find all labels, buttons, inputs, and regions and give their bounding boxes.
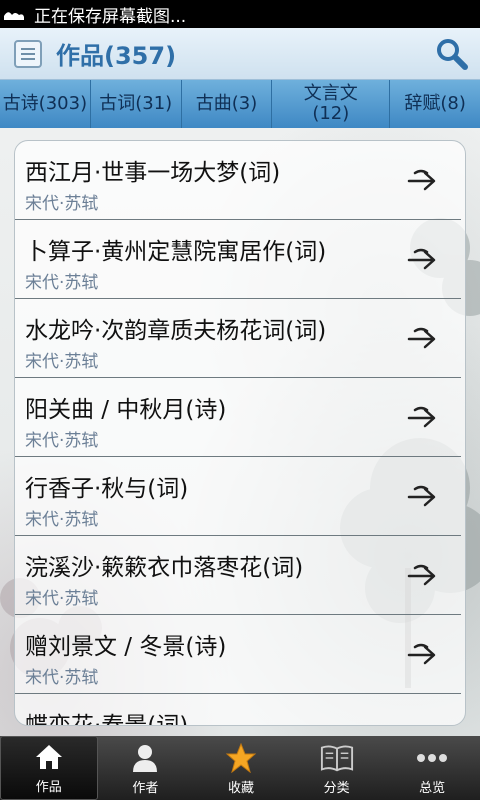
- arrow-right-icon: [407, 643, 436, 665]
- list-item[interactable]: 行香子·秋与(词) 宋代·苏轼: [15, 457, 461, 536]
- tab-guqu[interactable]: 古曲(3): [182, 80, 273, 128]
- nav-works[interactable]: 作品: [0, 736, 98, 800]
- home-icon: [32, 742, 66, 772]
- works-list-card: 西江月·世事一场大梦(词) 宋代·苏轼 卜算子·黄州定慧院寓居作(词) 宋代·苏…: [14, 140, 466, 726]
- tab-cifu[interactable]: 辞赋(8): [390, 80, 480, 128]
- work-author: 宋代·苏轼: [25, 194, 99, 214]
- nav-label: 作者: [132, 781, 159, 796]
- nav-authors[interactable]: 作者: [98, 736, 194, 800]
- list-item[interactable]: 阳关曲 / 中秋月(诗) 宋代·苏轼: [15, 378, 461, 457]
- work-author: 宋代·苏轼: [25, 510, 99, 530]
- status-text: 正在保存屏幕截图...: [34, 6, 187, 27]
- tab-wenyanwen[interactable]: 文言文(12): [272, 80, 391, 128]
- nav-label: 总览: [419, 781, 446, 796]
- nav-categories[interactable]: 分类: [289, 736, 385, 800]
- status-bar: 正在保存屏幕截图...: [0, 0, 480, 28]
- work-author: 宋代·苏轼: [25, 668, 99, 688]
- works-list: 西江月·世事一场大梦(词) 宋代·苏轼 卜算子·黄州定慧院寓居作(词) 宋代·苏…: [15, 141, 465, 726]
- nav-label: 作品: [35, 780, 62, 795]
- book-icon: [320, 743, 354, 773]
- more-icon: [415, 743, 449, 773]
- work-author: 宋代·苏轼: [25, 431, 99, 451]
- search-icon: [437, 39, 468, 70]
- nav-favorites[interactable]: 收藏: [193, 736, 289, 800]
- tab-gushi[interactable]: 古诗(303): [0, 80, 91, 128]
- arrow-right-icon: [407, 169, 436, 191]
- work-title: 赠刘景文 / 冬景(诗): [25, 634, 227, 660]
- page-title: 作品(357): [56, 42, 177, 70]
- work-title: 阳关曲 / 中秋月(诗): [25, 397, 227, 423]
- nav-label: 分类: [323, 781, 350, 796]
- nav-overview[interactable]: 总览: [384, 736, 480, 800]
- list-item[interactable]: 赠刘景文 / 冬景(诗) 宋代·苏轼: [15, 615, 461, 694]
- work-author: 宋代·苏轼: [25, 352, 99, 372]
- list-item[interactable]: 卜算子·黄州定慧院寓居作(词) 宋代·苏轼: [15, 220, 461, 299]
- work-title: 卜算子·黄州定慧院寓居作(词): [25, 239, 327, 265]
- search-button[interactable]: [434, 36, 470, 72]
- arrow-right-icon: [407, 485, 436, 507]
- category-tabs: 古诗(303) 古词(31) 古曲(3) 文言文(12) 辞赋(8): [0, 80, 480, 128]
- arrow-right-icon: [407, 327, 436, 349]
- work-author: 宋代·苏轼: [25, 589, 99, 609]
- list-item[interactable]: 蝶恋花·春景(词): [15, 694, 461, 726]
- work-author: 宋代·苏轼: [25, 273, 99, 293]
- work-title: 行香子·秋与(词): [25, 476, 189, 502]
- tab-guci[interactable]: 古词(31): [91, 80, 182, 128]
- screenshot-icon: [0, 0, 28, 28]
- menu-icon[interactable]: [14, 39, 42, 68]
- bottom-nav: 作品 作者 收藏 分类 总览: [0, 736, 480, 800]
- header: 作品(357): [0, 28, 480, 80]
- work-title: 水龙吟·次韵章质夫杨花词(词): [25, 318, 327, 344]
- arrow-right-icon: [407, 406, 436, 428]
- list-item[interactable]: 浣溪沙·簌簌衣巾落枣花(词) 宋代·苏轼: [15, 536, 461, 615]
- person-icon: [128, 743, 162, 773]
- arrow-right-icon: [407, 564, 436, 586]
- star-icon: [224, 743, 258, 773]
- arrow-right-icon: [407, 248, 436, 270]
- list-item[interactable]: 水龙吟·次韵章质夫杨花词(词) 宋代·苏轼: [15, 299, 461, 378]
- work-title: 蝶恋花·春景(词): [25, 713, 189, 726]
- nav-label: 收藏: [227, 781, 254, 796]
- list-item[interactable]: 西江月·世事一场大梦(词) 宋代·苏轼: [15, 141, 461, 220]
- work-title: 西江月·世事一场大梦(词): [25, 160, 281, 186]
- work-title: 浣溪沙·簌簌衣巾落枣花(词): [25, 555, 304, 581]
